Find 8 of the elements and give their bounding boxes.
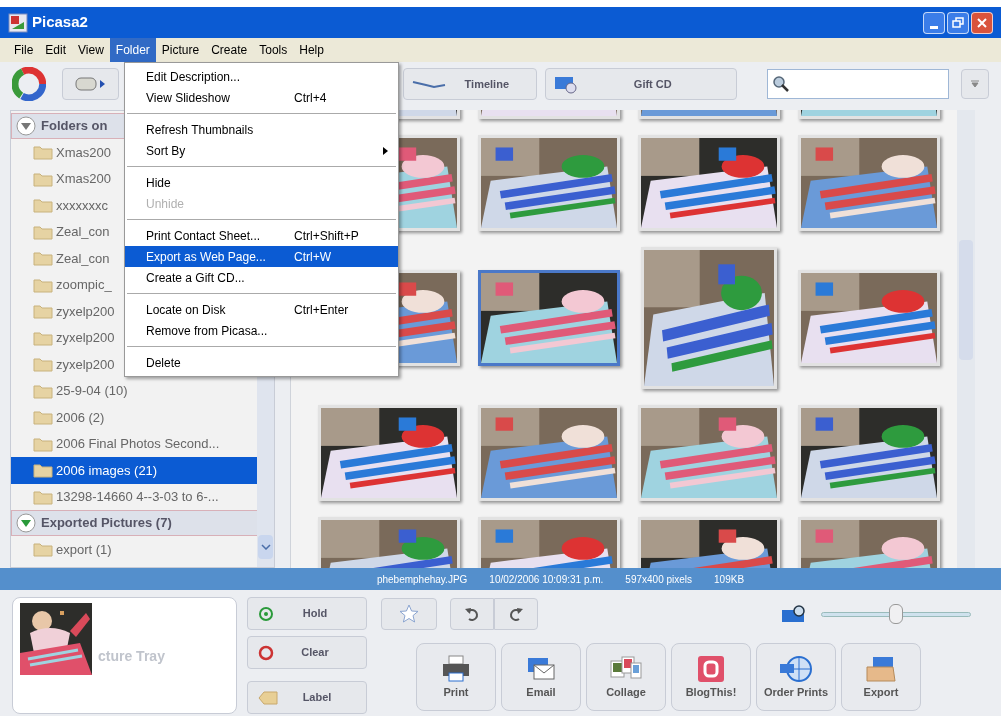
folder-group-title: Folders on <box>41 117 108 136</box>
status-text: 597x400 pixels <box>625 572 693 587</box>
tray-label: cture Tray <box>98 647 165 666</box>
status-text: 10/02/2006 10:09:31 p.m. <box>489 572 604 587</box>
status-text: 109KB <box>714 572 745 587</box>
status-text: phebemphehay.JPG <box>376 572 468 587</box>
folder-group-title: Exported Pictures (7) <box>41 514 172 533</box>
window-title: Picasa2 <box>32 12 88 33</box>
